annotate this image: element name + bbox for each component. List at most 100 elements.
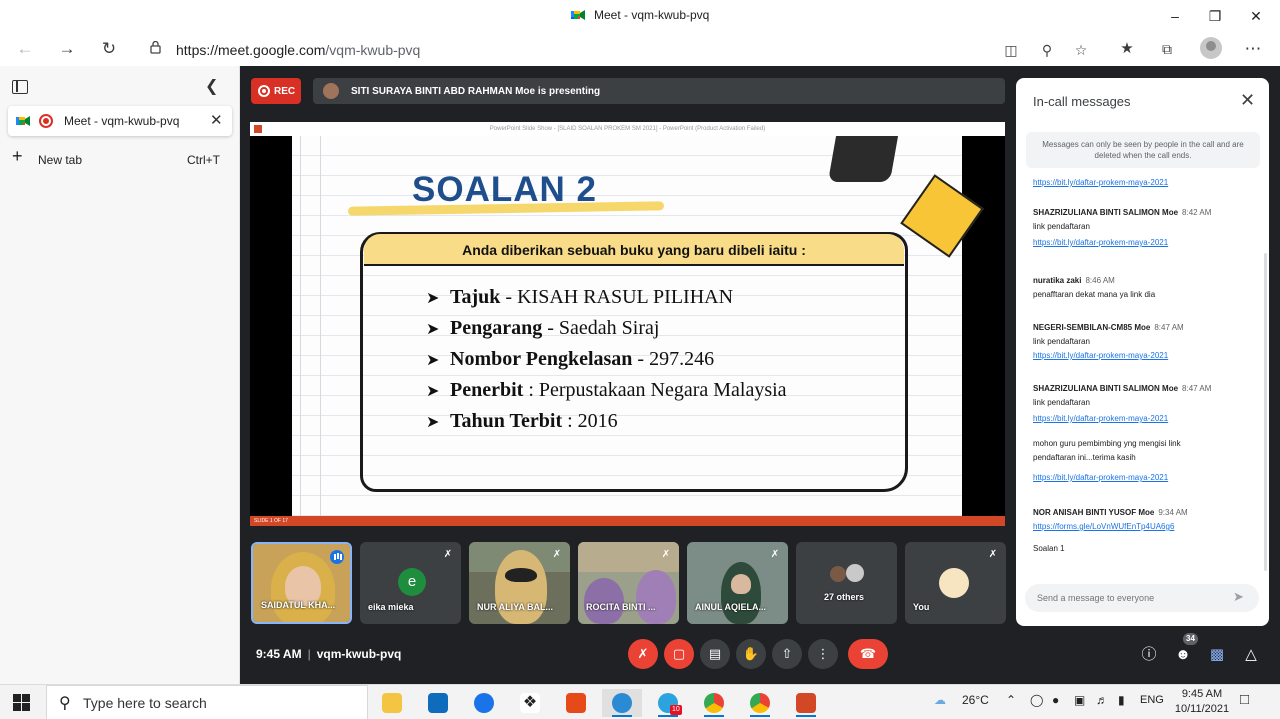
chrome-app-2[interactable] [740, 689, 780, 717]
collapse-panel-icon[interactable]: ❮ [205, 76, 218, 96]
book-detail-item: ➤ Tahun Terbit : 2016 [426, 410, 618, 432]
new-tab-button[interactable]: + New tab Ctrl+T [12, 146, 226, 170]
back-arrow-icon[interactable]: ← [12, 36, 38, 62]
others-tile[interactable]: 27 others [796, 542, 897, 624]
mic-off-icon: ✗ [637, 646, 649, 661]
chat-icon[interactable]: ▩ [1206, 644, 1228, 666]
message-text: penafftaran dekat mana ya link dia [1033, 290, 1156, 299]
url-text[interactable]: https://meet.google.com/vqm-kwub-pvq [176, 42, 420, 58]
slide-counter: SLIDE 1 OF 17 [254, 518, 288, 524]
participant-name: eika mieka [368, 602, 414, 612]
mail-icon [428, 692, 448, 713]
participant-tile[interactable]: ✗ ROCITA BINTI ... [578, 542, 679, 624]
send-icon[interactable]: ➤ [1233, 589, 1244, 605]
camera-off-button[interactable]: ▢ [664, 639, 694, 669]
notifications-icon[interactable]: □ [1240, 691, 1249, 708]
telegram-app[interactable]: 10 [648, 689, 688, 717]
speaker-icon[interactable]: ♬ [1096, 693, 1108, 707]
message-link[interactable]: https://forms.gle/LoVnWUfEnTp4UA6g6 [1033, 520, 1255, 534]
minimize-button[interactable]: – [1155, 4, 1195, 28]
people-icon[interactable]: ☻ [1172, 644, 1194, 666]
chat-message: NEGERI-SEMBILAN-CM85 Moe 8:47 AM link pen… [1033, 321, 1255, 363]
message-link[interactable]: https://bit.ly/daftar-prokem-maya-2021 [1033, 349, 1255, 363]
participant-tile[interactable]: ✗ NUR ALIYA BAL... [469, 542, 570, 624]
add-favorite-icon[interactable]: ☆ [1070, 39, 1092, 61]
camera-permission-icon[interactable]: ◫ [1000, 39, 1022, 61]
language-indicator[interactable]: ENG [1140, 694, 1164, 706]
message-text: link pendaftaran [1033, 398, 1090, 407]
app-icon[interactable] [464, 689, 504, 717]
more-menu-icon[interactable]: ⋯ [1240, 36, 1266, 62]
message-sender: SHAZRIZULIANA BINTI SALIMON Moe [1033, 208, 1179, 217]
display-icon[interactable]: ▣ [1074, 693, 1085, 707]
tab-meet[interactable]: Meet - vqm-kwub-pvq ✕ [8, 106, 232, 136]
show-hidden-icons-icon[interactable]: ⌃ [1006, 693, 1016, 707]
message-link[interactable]: https://bit.ly/daftar-prokem-maya-2021 [1033, 176, 1255, 190]
participant-tile[interactable]: e ✗ eika mieka [360, 542, 461, 624]
file-explorer-app[interactable] [372, 689, 412, 717]
collections-icon[interactable]: ⧉ [1154, 36, 1180, 62]
message-link[interactable]: https://bit.ly/daftar-prokem-maya-2021 [1033, 236, 1255, 250]
refresh-icon[interactable]: ↻ [96, 36, 122, 62]
profile-avatar[interactable] [1200, 37, 1222, 59]
dropbox-app[interactable]: ❖ [510, 689, 550, 717]
close-window-button[interactable]: ✕ [1236, 4, 1276, 28]
powerpoint-statusbar: SLIDE 1 OF 17 [250, 516, 1005, 526]
office-app[interactable] [556, 689, 596, 717]
chat-scrollbar[interactable] [1264, 253, 1267, 571]
favorites-icon[interactable]: ★ [1114, 36, 1140, 62]
recording-indicator[interactable]: REC [251, 78, 301, 104]
mail-app[interactable] [418, 689, 458, 717]
chat-message: NOR ANISAH BINTI YUSOF Moe 9:34 AM https:… [1033, 506, 1255, 534]
message-link[interactable]: https://bit.ly/daftar-prokem-maya-2021 [1033, 471, 1255, 485]
weather-icon[interactable]: ☁ [934, 693, 946, 707]
message-sender: NEGERI-SEMBILAN-CM85 Moe [1033, 323, 1151, 332]
arrow-bullet-icon: ➤ [426, 321, 440, 338]
browser-toolbar: ← → ↻ https://meet.google.com/vqm-kwub-p… [0, 32, 1280, 66]
participant-tile[interactable]: SAIDATUL KHA... [251, 542, 352, 624]
leave-call-button[interactable]: ☎ [848, 639, 888, 669]
restore-button[interactable]: ❐ [1195, 4, 1235, 28]
windows-start-icon[interactable] [13, 694, 30, 711]
battery-icon[interactable]: ▮ [1118, 693, 1125, 707]
taskbar-search[interactable]: ⚲ Type here to search [46, 685, 368, 719]
activities-icon[interactable]: △ [1240, 644, 1262, 666]
plus-icon: + [12, 146, 23, 166]
tab-actions-icon[interactable] [12, 80, 28, 94]
powerpoint-app[interactable] [786, 689, 826, 717]
raise-hand-button[interactable]: ✋ [736, 639, 766, 669]
temperature[interactable]: 26°C [962, 693, 989, 707]
present-button[interactable]: ⇧ [772, 639, 802, 669]
url-origin: https://meet.google.com [176, 42, 326, 58]
others-avatar [846, 564, 864, 582]
phone-hangup-icon: ☎ [859, 646, 877, 661]
self-tile[interactable]: ✗ You [905, 542, 1006, 624]
powerpoint-window-title: PowerPoint Slide Show - [SLAID SOALAN PR… [489, 126, 766, 132]
participant-name: You [913, 602, 930, 612]
message-time: 9:34 AM [1158, 508, 1188, 517]
zoom-icon[interactable]: ⚲ [1036, 39, 1058, 61]
close-chat-icon[interactable]: ✕ [1240, 90, 1255, 111]
chat-input-box: ➤ [1025, 584, 1259, 612]
chrome-icon [704, 692, 724, 713]
mic-off-button[interactable]: ✗ [628, 639, 658, 669]
taskbar-clock[interactable]: 9:45 AM 10/11/2021 [1172, 687, 1232, 717]
forward-arrow-icon[interactable]: → [54, 36, 80, 62]
chrome-app[interactable] [694, 689, 734, 717]
meeting-details-icon[interactable]: ⓘ [1138, 644, 1160, 666]
message-link[interactable]: https://bit.ly/daftar-prokem-maya-2021 [1033, 412, 1255, 426]
address-bar[interactable]: https://meet.google.com/vqm-kwub-pvq ◫ ⚲… [138, 35, 1098, 63]
participant-name: NUR ALIYA BAL... [477, 602, 554, 612]
edge-app[interactable] [602, 689, 642, 717]
tray-app-icon[interactable]: ◯ [1030, 693, 1043, 707]
captions-button[interactable]: ▤ [700, 639, 730, 669]
tab-label: Meet - vqm-kwub-pvq [64, 114, 180, 128]
participant-count-badge: 34 [1183, 633, 1198, 645]
participant-tile[interactable]: ✗ AINUL AQIELA... [687, 542, 788, 624]
chat-message-input[interactable] [1037, 591, 1227, 605]
microphone-icon[interactable]: ● [1052, 693, 1059, 707]
new-tab-shortcut: Ctrl+T [187, 153, 220, 167]
close-tab-icon[interactable]: ✕ [210, 111, 223, 129]
more-options-button[interactable]: ⋮ [808, 639, 838, 669]
mic-off-icon: ✗ [443, 549, 453, 560]
